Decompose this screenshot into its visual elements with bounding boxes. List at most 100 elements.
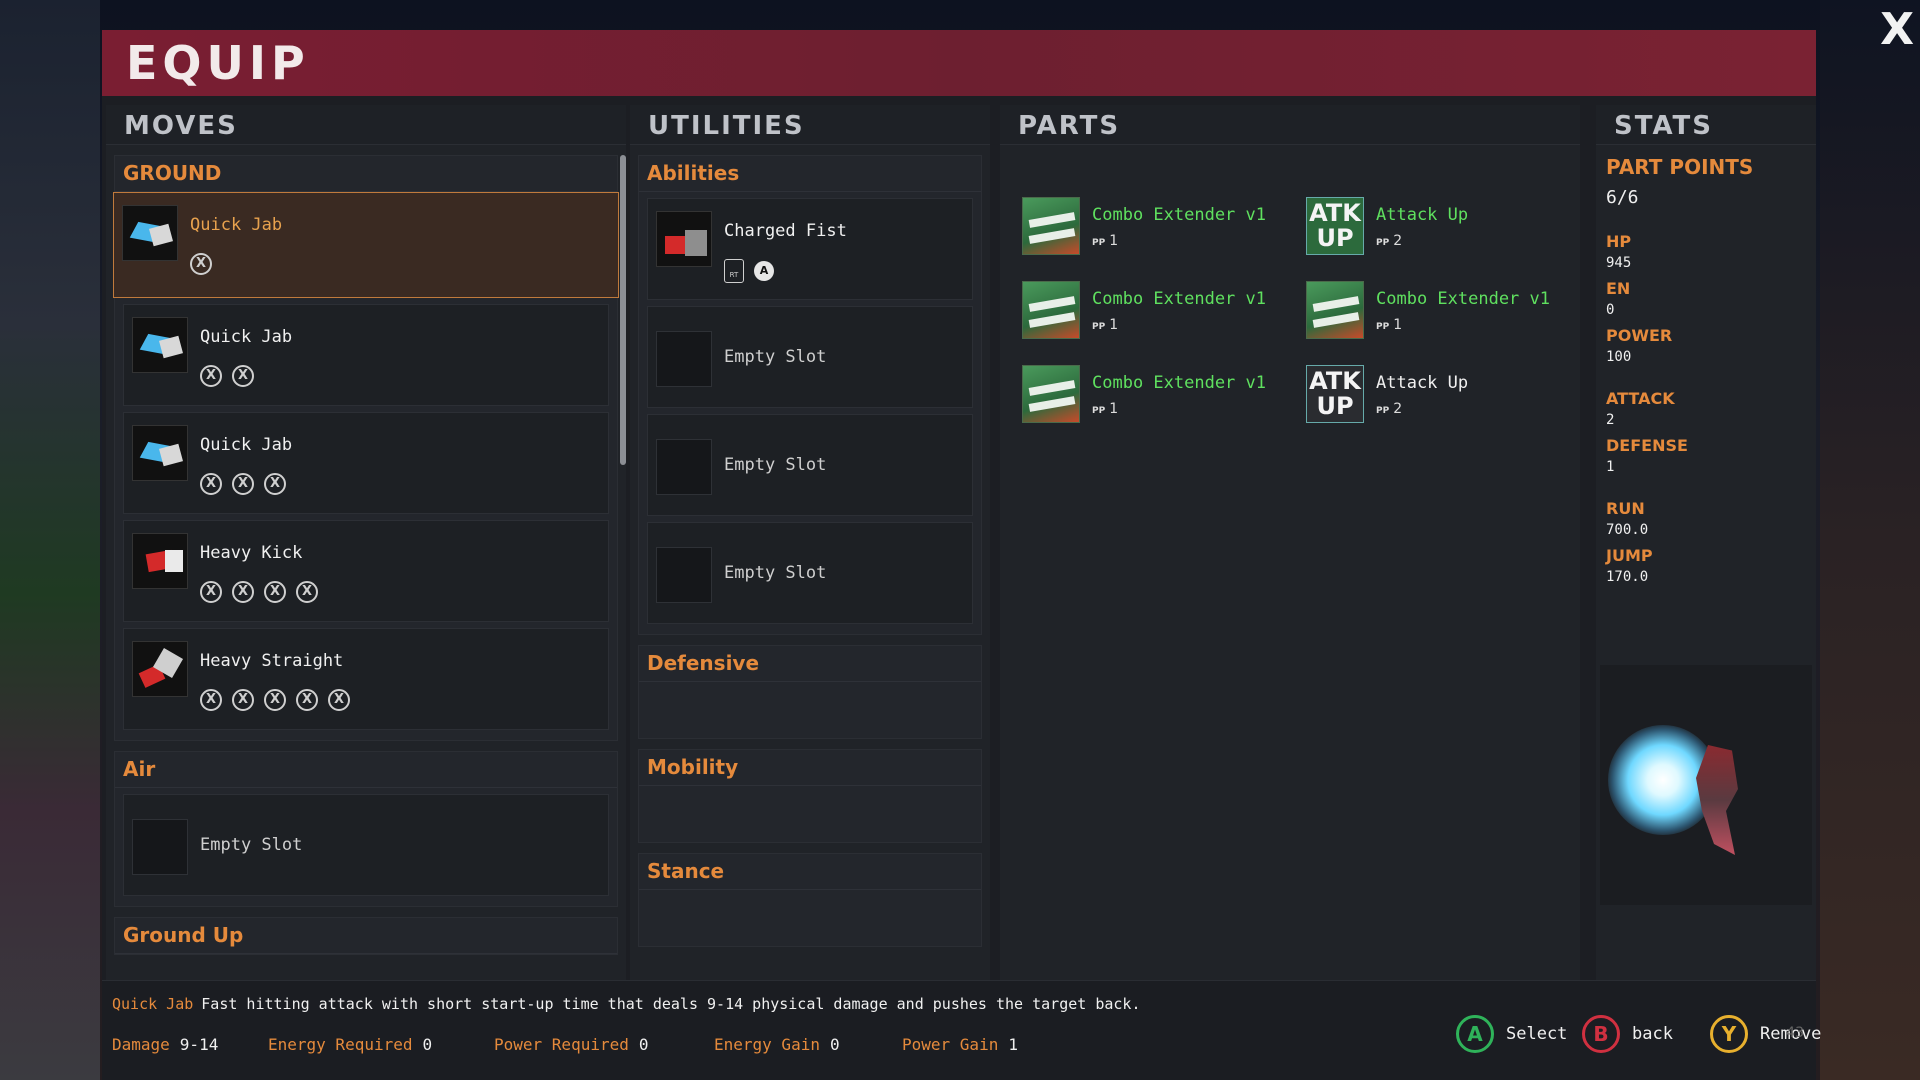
a-button-icon: A — [754, 261, 774, 281]
x-button-icon: X — [232, 689, 254, 711]
ability-slot-empty[interactable]: Empty Slot — [647, 306, 973, 408]
hp-label: HP — [1606, 232, 1632, 251]
en-label: EN — [1606, 279, 1631, 298]
heavy-kick-icon — [132, 533, 188, 589]
part-name: Combo Extender v1 — [1092, 205, 1266, 225]
part-item[interactable]: ATK UP Attack Up PP 2 — [1306, 197, 1576, 261]
remove-hint[interactable]: Y Remove — [1710, 1015, 1821, 1053]
defensive-group[interactable]: Defensive — [638, 645, 982, 739]
a-button-icon: A — [1456, 1015, 1494, 1053]
ground-up-group: Ground Up — [114, 917, 618, 955]
air-title: Air — [115, 752, 617, 788]
x-button-icon: X — [200, 365, 222, 387]
select-hint[interactable]: A Select — [1456, 1015, 1567, 1053]
empty-slot-icon — [656, 547, 712, 603]
defensive-slots — [639, 682, 981, 738]
part-pp: PP 2 — [1376, 401, 1403, 417]
combo-extender-icon — [1306, 281, 1364, 339]
move-preview — [1600, 665, 1812, 905]
ability-name: Charged Fist — [724, 221, 847, 241]
stats-panel: STATS PART POINTS 6/6 HP 945 EN 0 POWER … — [1596, 105, 1816, 1009]
ability-slot-empty[interactable]: Empty Slot — [647, 522, 973, 624]
part-pp: PP 1 — [1092, 317, 1119, 333]
x-button-icon: X — [296, 581, 318, 603]
description-text: Fast hitting attack with short start-up … — [201, 995, 1141, 1013]
move-name: Quick Jab — [200, 327, 293, 347]
power-required-metric: Power Required 0 — [494, 1035, 649, 1054]
moves-header: MOVES — [106, 105, 626, 145]
run-value: 700.0 — [1606, 522, 1649, 538]
close-button[interactable]: X — [1880, 4, 1914, 55]
x-button-icon: X — [200, 581, 222, 603]
ability-name: Empty Slot — [724, 563, 827, 583]
combo-extender-icon — [1022, 365, 1080, 423]
move-inputs: X — [190, 253, 212, 275]
move-slot[interactable]: Quick Jab X — [113, 192, 619, 298]
moves-scrollbar[interactable] — [620, 155, 626, 465]
energy-gain-metric: Energy Gain 0 — [714, 1035, 840, 1054]
empty-slot-icon — [656, 439, 712, 495]
moves-panel: MOVES GROUND Quick Jab X Quick Jab X X Q… — [106, 105, 626, 1009]
x-button-icon: X — [264, 689, 286, 711]
mobility-title: Mobility — [639, 750, 981, 786]
utilities-panel: UTILITIES Abilities Charged Fist RT A Em… — [630, 105, 990, 1009]
ability-slot[interactable]: Charged Fist RT A — [647, 198, 973, 300]
move-slot[interactable]: Heavy Straight X X X X X — [123, 628, 609, 730]
stance-slots — [639, 890, 981, 946]
back-label: back — [1632, 1024, 1673, 1044]
attack-up-icon: ATK UP — [1306, 197, 1364, 255]
b-button-icon: B — [1582, 1015, 1620, 1053]
y-button-icon: Y — [1710, 1015, 1748, 1053]
part-points-value: 6/6 — [1606, 187, 1639, 208]
abilities-title: Abilities — [639, 156, 981, 192]
ability-inputs: RT A — [724, 259, 774, 283]
attack-value: 2 — [1606, 412, 1615, 428]
move-inputs: X X X — [200, 473, 286, 495]
attack-label: ATTACK — [1606, 389, 1675, 408]
window-title: EQUIP — [126, 36, 310, 90]
ground-group: GROUND Quick Jab X Quick Jab X X Quick J… — [113, 155, 619, 741]
move-slot[interactable]: Heavy Kick X X X X — [123, 520, 609, 622]
move-slot-empty[interactable]: Empty Slot — [123, 794, 609, 896]
part-name: Attack Up — [1376, 205, 1469, 225]
game-scene-left — [0, 0, 100, 1080]
defense-value: 1 — [1606, 459, 1615, 475]
empty-slot-icon — [132, 819, 188, 875]
part-item[interactable]: ATK UP Attack Up PP 2 — [1306, 365, 1576, 429]
ability-slot-empty[interactable]: Empty Slot — [647, 414, 973, 516]
x-button-icon: X — [264, 581, 286, 603]
energy-required-metric: Energy Required 0 — [268, 1035, 433, 1054]
damage-metric: Damage 9-14 — [112, 1035, 219, 1054]
x-button-icon: X — [328, 689, 350, 711]
part-item[interactable]: Combo Extender v1 PP 1 — [1306, 281, 1576, 345]
stance-group[interactable]: Stance — [638, 853, 982, 947]
part-item[interactable]: Combo Extender v1 PP 1 — [1022, 197, 1292, 261]
ground-title: GROUND — [115, 156, 617, 192]
part-name: Combo Extender v1 — [1092, 373, 1266, 393]
x-button-icon: X — [296, 689, 318, 711]
ability-name: Empty Slot — [724, 347, 827, 367]
mobility-group[interactable]: Mobility — [638, 749, 982, 843]
move-name: Quick Jab — [200, 435, 293, 455]
footer-bar: Quick Jab Fast hitting attack with short … — [102, 980, 1821, 1080]
part-pp: PP 1 — [1376, 317, 1403, 333]
run-label: RUN — [1606, 499, 1645, 518]
x-button-icon: X — [232, 365, 254, 387]
back-hint[interactable]: B back — [1582, 1015, 1673, 1053]
part-name: Combo Extender v1 — [1376, 289, 1550, 309]
mobility-slots — [639, 786, 981, 842]
x-button-icon: X — [190, 253, 212, 275]
power-label: POWER — [1606, 326, 1673, 345]
en-value: 0 — [1606, 302, 1615, 318]
move-slot[interactable]: Quick Jab X X X — [123, 412, 609, 514]
ground-up-title: Ground Up — [115, 918, 617, 954]
utilities-header: UTILITIES — [630, 105, 990, 145]
charged-fist-icon — [656, 211, 712, 267]
part-item[interactable]: Combo Extender v1 PP 1 — [1022, 365, 1292, 429]
move-inputs: X X — [200, 365, 254, 387]
part-points-label: PART POINTS — [1606, 155, 1754, 179]
part-item[interactable]: Combo Extender v1 PP 1 — [1022, 281, 1292, 345]
rt-trigger-icon: RT — [724, 259, 744, 283]
move-slot[interactable]: Quick Jab X X — [123, 304, 609, 406]
